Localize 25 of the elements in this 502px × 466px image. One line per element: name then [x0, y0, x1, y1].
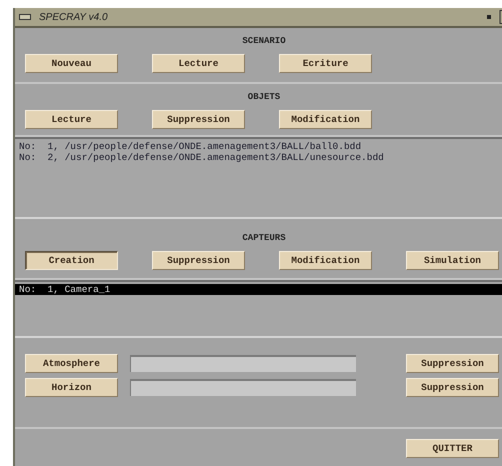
suppression-button[interactable]: Suppression — [406, 354, 499, 373]
capteurs-button[interactable]: Modification — [279, 251, 372, 270]
input-field[interactable] — [130, 379, 356, 396]
objets-button[interactable]: Lecture — [25, 110, 118, 129]
scenario-button[interactable]: Nouveau — [25, 54, 118, 73]
suppression-button[interactable]: Suppression — [406, 378, 499, 397]
section-heading: CAPTEURS — [242, 233, 286, 243]
window-title: SPECRAY v4.0 — [39, 12, 109, 22]
list-item[interactable]: No: 2, /usr/people/defense/ONDE.amenagement3/BALL/unesource.bdd — [15, 152, 502, 163]
setting-button[interactable]: Atmosphere — [25, 354, 118, 373]
capteurs-button[interactable]: Suppression — [152, 251, 245, 270]
quit-button[interactable]: QUITTER — [406, 439, 499, 458]
window-menu-icon[interactable] — [19, 14, 31, 20]
objets-button[interactable]: Suppression — [152, 110, 245, 129]
list-item[interactable]: No: 1, Camera_1 — [15, 284, 502, 295]
capteurs-button[interactable]: Simulation — [406, 251, 499, 270]
scenario-button[interactable]: Lecture — [152, 54, 245, 73]
list-item[interactable]: No: 1, /usr/people/defense/ONDE.amenagement3/BALL/ball0.bdd — [15, 141, 502, 152]
setting-button[interactable]: Horizon — [25, 378, 118, 397]
section-heading: SCENARIO — [242, 36, 286, 46]
section-heading: OBJETS — [248, 92, 280, 102]
capteurs-button[interactable]: Creation — [25, 251, 118, 270]
objets-button[interactable]: Modification — [279, 110, 372, 129]
input-field[interactable] — [130, 355, 356, 372]
scenario-button[interactable]: Ecriture — [279, 54, 372, 73]
